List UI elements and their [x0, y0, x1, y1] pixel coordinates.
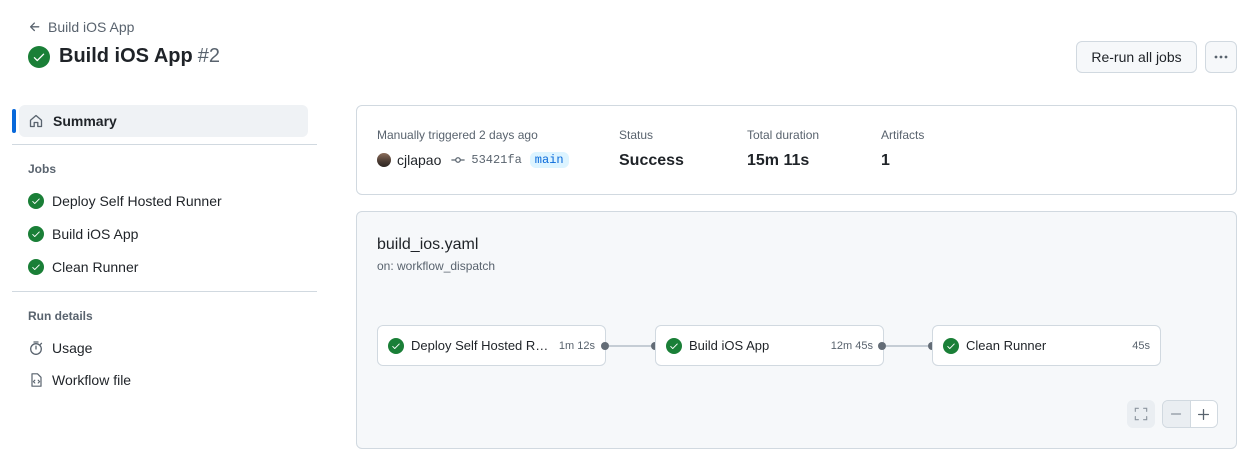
check-circle-icon: [666, 337, 682, 354]
check-circle-icon: [28, 193, 44, 209]
job-connector: [609, 345, 651, 347]
duration-label: Total duration: [747, 128, 820, 142]
check-circle-icon: [28, 45, 50, 68]
zoom-out-button[interactable]: [1163, 401, 1190, 427]
active-indicator: [12, 109, 16, 133]
job-node-name: Clean Runner: [966, 338, 1047, 353]
sidebar-divider: [12, 291, 317, 292]
duration-value: 15m 11s: [747, 152, 810, 169]
connector-dot: [878, 342, 886, 350]
plus-icon: [1197, 408, 1210, 421]
check-circle-icon: [28, 259, 44, 275]
minus-icon: [1170, 408, 1182, 420]
git-commit-icon: [451, 153, 466, 167]
arrow-left-icon: [28, 20, 42, 34]
sidebar-item-job[interactable]: Build iOS App: [28, 226, 138, 242]
check-circle-icon: [388, 337, 404, 354]
sidebar-item-job[interactable]: Clean Runner: [28, 259, 138, 275]
job-node-duration: 1m 12s: [558, 339, 595, 352]
file-code-icon: [28, 372, 44, 388]
sidebar-divider: [12, 144, 317, 145]
run-details-heading: Run details: [28, 309, 93, 323]
job-node-duration: 45s: [1132, 339, 1150, 352]
kebab-horizontal-icon: [1213, 49, 1229, 65]
avatar[interactable]: [377, 153, 391, 167]
page-title: Build iOS App: [59, 45, 193, 67]
trigger-label: Manually triggered 2 days ago: [377, 128, 538, 142]
actor-link[interactable]: cjlapao: [397, 152, 441, 168]
artifacts-label: Artifacts: [881, 128, 925, 142]
job-node-name: Deploy Self Hosted Ru...: [411, 338, 552, 353]
rerun-all-jobs-button[interactable]: Re-run all jobs: [1076, 41, 1197, 73]
job-node-name: Build iOS App: [689, 338, 770, 353]
fit-to-screen-button[interactable]: [1127, 400, 1155, 428]
graph-job-node[interactable]: Clean Runner 45s: [932, 325, 1161, 366]
run-number: #2: [197, 45, 220, 67]
more-options-button[interactable]: [1205, 41, 1237, 73]
stopwatch-icon: [28, 340, 44, 356]
sidebar-item-summary[interactable]: Summary: [19, 105, 308, 137]
run-summary-card: Manually triggered 2 days ago cjlapao 53…: [356, 105, 1237, 195]
sidebar-item-label: Summary: [53, 113, 117, 129]
job-connector: [886, 345, 928, 347]
job-node-duration: 12m 45s: [830, 339, 873, 352]
commit-sha-link[interactable]: 53421fa: [471, 153, 521, 167]
sidebar-item-label: Deploy Self Hosted Runner: [52, 193, 222, 209]
sidebar-item-workflow-file[interactable]: Workflow file: [28, 372, 131, 388]
home-icon: [28, 113, 44, 129]
branch-badge[interactable]: main: [529, 152, 569, 168]
sidebar-item-usage[interactable]: Usage: [28, 340, 92, 356]
sidebar-item-label: Workflow file: [52, 372, 132, 388]
back-link-label: Build iOS App: [48, 19, 135, 35]
back-link[interactable]: Build iOS App: [28, 19, 134, 35]
sidebar-item-job[interactable]: Deploy Self Hosted Runner: [28, 193, 222, 209]
page-title-row: Build iOS App #2: [28, 45, 220, 68]
graph-job-node[interactable]: Deploy Self Hosted Ru... 1m 12s: [377, 325, 606, 366]
check-circle-icon: [28, 226, 44, 242]
zoom-controls: [1162, 400, 1218, 428]
sidebar-item-label: Usage: [52, 340, 93, 356]
artifacts-value[interactable]: 1: [881, 152, 890, 170]
graph-job-node[interactable]: Build iOS App 12m 45s: [655, 325, 884, 366]
status-value: Success: [619, 152, 684, 169]
status-label: Status: [619, 128, 654, 142]
check-circle-icon: [943, 337, 959, 354]
sidebar-item-label: Clean Runner: [52, 259, 139, 275]
workflow-graph: build_ios.yaml on: workflow_dispatch Dep…: [356, 211, 1237, 449]
workflow-trigger: on: workflow_dispatch: [377, 259, 496, 273]
zoom-in-button[interactable]: [1189, 401, 1217, 427]
connector-dot: [601, 342, 609, 350]
sidebar-item-label: Build iOS App: [52, 226, 139, 242]
workflow-file-name: build_ios.yaml: [377, 236, 479, 253]
jobs-heading: Jobs: [28, 162, 57, 176]
trigger-details: cjlapao 53421fa main: [377, 152, 569, 168]
screen-full-icon: [1134, 407, 1148, 421]
